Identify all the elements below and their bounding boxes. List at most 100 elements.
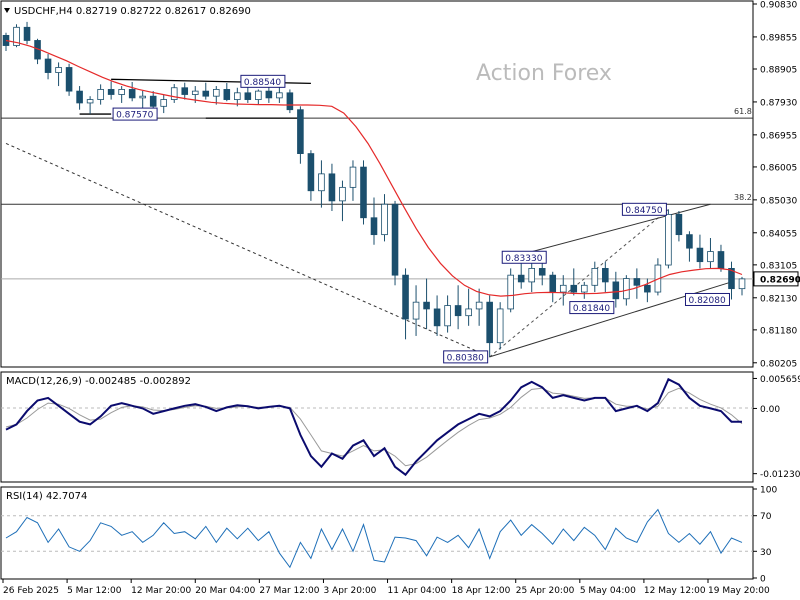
candle-body [86, 99, 94, 104]
candle-body [118, 89, 125, 95]
current-price-label: 0.82690 [760, 275, 800, 285]
candle-body [433, 308, 441, 327]
candle-body [602, 268, 609, 283]
price-label-text: 0.84750 [625, 206, 662, 216]
x-tick-label: 12 May 12:00 [644, 586, 706, 596]
price-y-tick-label: 0.90830 [760, 1, 797, 11]
candle-body [223, 89, 231, 100]
candle-body [212, 89, 220, 97]
rsi-line [5, 508, 743, 569]
collapse-triangle-icon[interactable] [4, 8, 10, 13]
candle-body [255, 90, 262, 100]
candle-body [370, 217, 378, 236]
dashed-trend-line [5, 143, 490, 358]
candle-body [55, 67, 62, 73]
candle-body [181, 87, 189, 95]
candle-body [507, 274, 514, 310]
candle-body [328, 173, 336, 202]
macd-label: MACD(12,26,9) -0.002485 -0.002892 [6, 376, 191, 387]
candle-body [160, 99, 168, 107]
candle-body [307, 153, 315, 192]
candle-body [381, 203, 388, 236]
rsi-y-tick-label: 70 [760, 512, 772, 522]
candle-body [402, 274, 409, 320]
candle-body [738, 278, 746, 290]
candle-body [517, 274, 525, 283]
candle-body [423, 301, 430, 310]
candle-body [675, 213, 683, 236]
candle-body [486, 301, 493, 344]
candle-body [107, 89, 115, 95]
price-y-axis: 0.90830 0.89855 0.88905 0.87930 0.86955 0.860… [753, 1, 800, 369]
x-axis: 26 Feb 2025 5 Mar 12:00 12 Mar 20:00 20 Mar… [2, 579, 770, 596]
candle-body [170, 87, 178, 100]
candle-body [644, 284, 651, 293]
candle-body [580, 284, 588, 293]
rsi-y-tick-label: 100 [760, 486, 777, 496]
price-y-tick-label: 0.86005 [760, 163, 797, 173]
candle-body [65, 67, 73, 92]
price-y-tick-label: 0.82130 [760, 294, 797, 304]
candle-body [570, 284, 578, 293]
candle-body [696, 247, 704, 263]
candle-body [23, 26, 31, 41]
price-y-tick-label: 0.89855 [760, 33, 797, 43]
candle-body [454, 305, 462, 317]
candle-body [538, 268, 546, 276]
candle-body [191, 90, 199, 95]
price-label-text: 0.80380 [447, 353, 484, 363]
candle-body [528, 268, 536, 283]
candle-body [297, 109, 304, 154]
candle-body [244, 92, 252, 100]
price-panel-frame [0, 0, 754, 368]
price-label-text: 0.83330 [505, 254, 542, 264]
candle-body [391, 203, 399, 276]
x-tick-label: 18 Apr 12:00 [452, 586, 511, 596]
candle-body [149, 95, 157, 107]
fib-level-label: 38.2 [734, 193, 752, 202]
x-tick-label: 25 Apr 20:00 [516, 586, 575, 596]
candle-body [349, 166, 357, 188]
candle-body [549, 274, 557, 293]
candle-body [496, 308, 504, 344]
candle-body [76, 90, 83, 104]
candle-body [717, 251, 725, 269]
candle-body [633, 278, 641, 286]
rsi-y-tick-label: 30 [760, 548, 772, 558]
candle-body [360, 166, 367, 219]
macd-y-tick-label: 0.00 [760, 405, 780, 415]
x-tick-label: 27 Mar 12:00 [259, 586, 319, 596]
macd-y-tick-label: 0.005659 [760, 375, 800, 385]
macd-panel-frame [0, 371, 754, 483]
candle-body [686, 234, 693, 249]
price-label-text: 0.88540 [244, 78, 281, 88]
x-tick-label: 3 Apr 20:00 [323, 586, 376, 596]
price-label-text: 0.87570 [116, 111, 153, 121]
price-label-text: 0.82080 [688, 296, 725, 306]
candle-body [591, 268, 599, 286]
candle-body [276, 92, 283, 99]
candle-body [318, 173, 325, 192]
x-tick-label: 20 Mar 04:00 [195, 586, 255, 596]
candle-body [665, 213, 672, 266]
x-tick-label: 12 Mar 20:00 [131, 586, 191, 596]
price-y-tick-label: 0.81180 [760, 326, 797, 336]
x-tick-label: 5 Mar 12:00 [67, 586, 122, 596]
price-y-tick-label: 0.84055 [760, 229, 797, 239]
candle-body [128, 89, 136, 99]
rsi-panel-frame [0, 486, 754, 580]
candle-body [265, 90, 273, 99]
macd-y-axis: 0.005659 0.00 -0.012301 [753, 375, 800, 480]
price-y-tick-label: 0.85030 [760, 196, 797, 206]
rsi-label: RSI(14) 42.7074 [6, 491, 87, 502]
candle-body [559, 284, 567, 293]
candle-body [234, 92, 241, 100]
price-y-tick-label: 0.86955 [760, 131, 797, 141]
price-y-tick-label: 0.88905 [760, 66, 797, 76]
candle-body [465, 308, 472, 317]
price-y-tick-label: 0.83105 [760, 261, 797, 271]
chart-canvas: Action Forex 61.8 38.2 0.88540 0.87570 0.83… [0, 0, 800, 596]
candle-body [623, 278, 630, 300]
x-tick-label: 11 Apr 04:00 [388, 586, 447, 596]
macd-y-tick-label: -0.012301 [760, 470, 800, 480]
